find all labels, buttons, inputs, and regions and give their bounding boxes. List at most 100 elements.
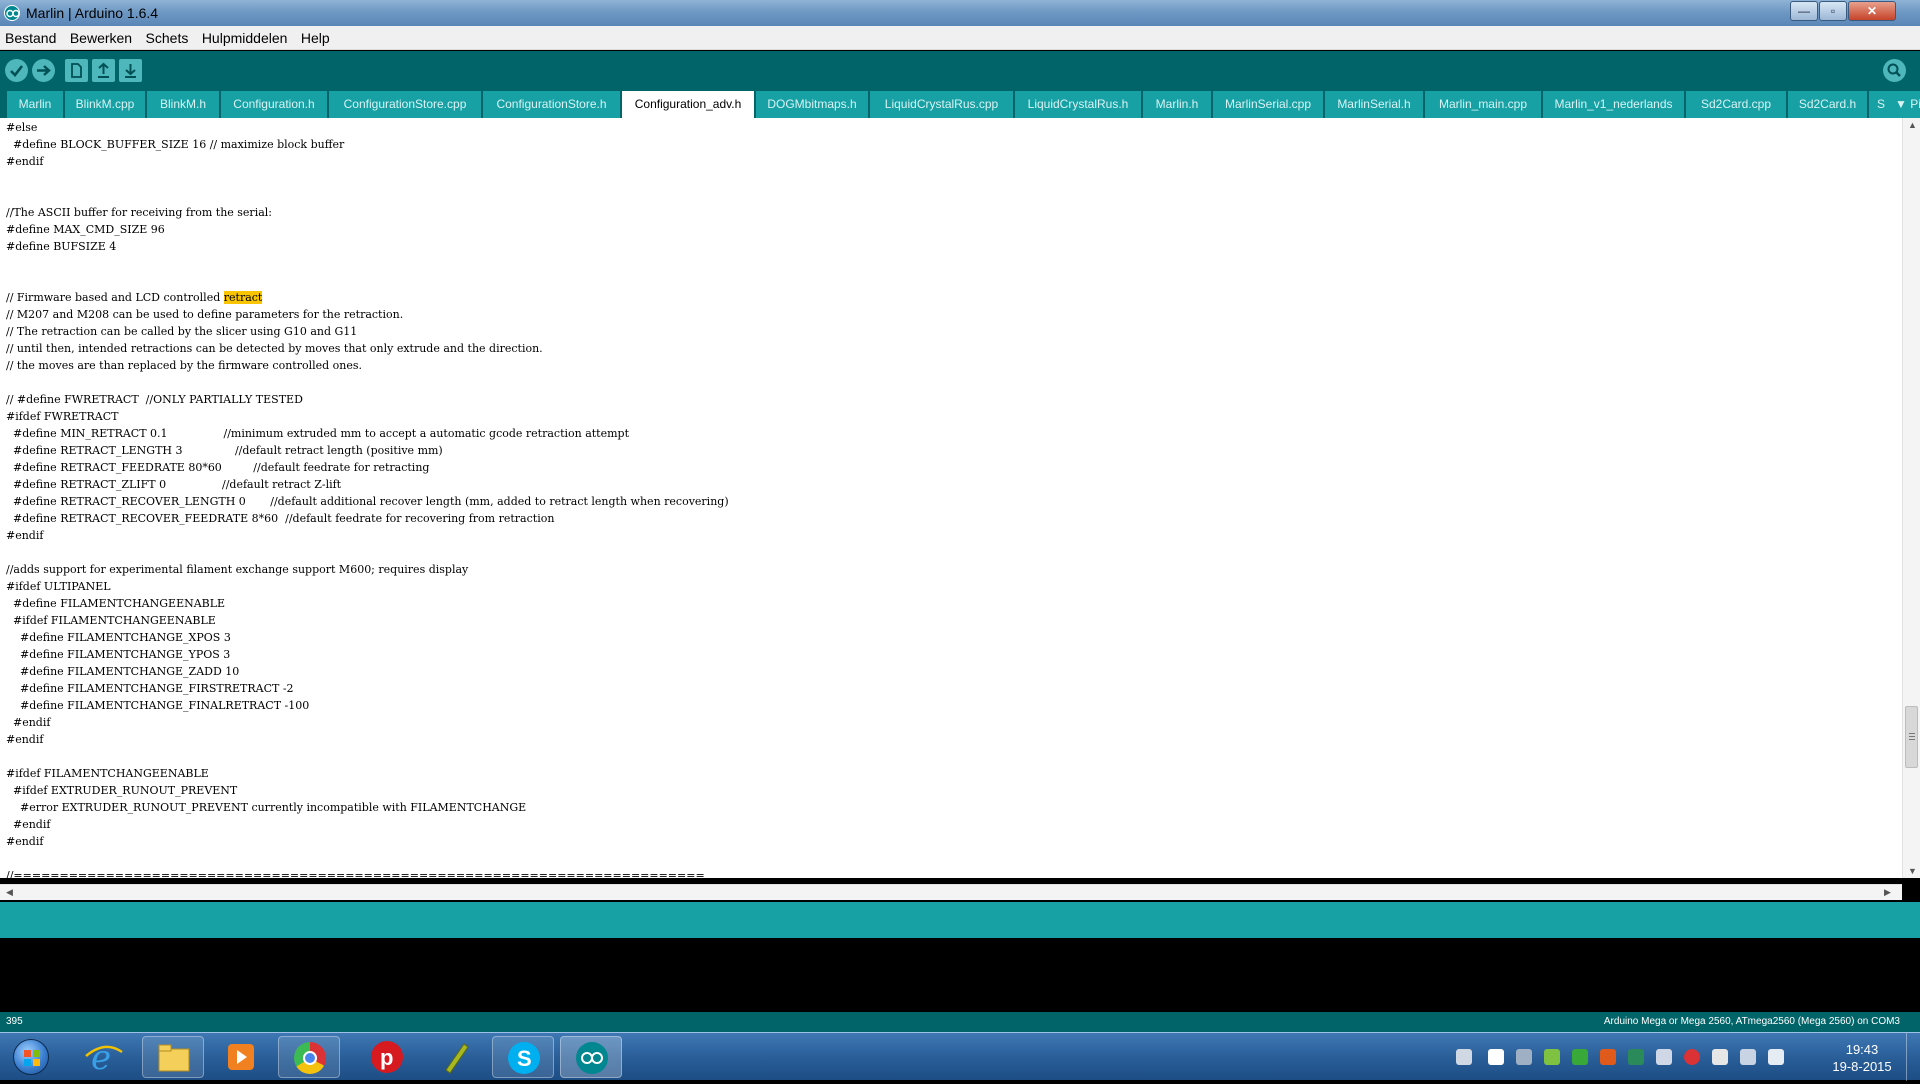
horizontal-scrollbar[interactable]: ◀ ▶ [0, 884, 1902, 900]
tab-marlin[interactable]: Marlin [7, 91, 63, 118]
sync-icon[interactable] [1628, 1049, 1644, 1065]
vertical-scrollbar[interactable]: ▲ ▼ [1902, 118, 1920, 878]
code-line[interactable]: //======================================… [6, 867, 729, 884]
tab-marlin-main-cpp[interactable]: Marlin_main.cpp [1425, 91, 1541, 118]
tab-blinkm-cpp[interactable]: BlinkM.cpp [65, 91, 145, 118]
code-line[interactable]: #define RETRACT_ZLIFT 0 //default retrac… [6, 476, 729, 493]
tab-dogmbitmaps-h[interactable]: DOGMbitmaps.h [756, 91, 868, 118]
tab-marlin-v1-nederlands[interactable]: Marlin_v1_nederlands [1543, 91, 1684, 118]
code-line[interactable] [6, 850, 729, 867]
code-line[interactable]: #ifdef FILAMENTCHANGEENABLE [6, 612, 729, 629]
network-icon[interactable] [1740, 1049, 1756, 1065]
code-line[interactable] [6, 748, 729, 765]
scroll-up-arrow-icon[interactable]: ▲ [1908, 120, 1917, 130]
code-line[interactable]: #define MAX_CMD_SIZE 96 [6, 221, 729, 238]
code-line[interactable]: #define BUFSIZE 4 [6, 238, 729, 255]
volume-icon[interactable] [1768, 1049, 1784, 1065]
code-line[interactable]: #ifdef EXTRUDER_RUNOUT_PREVENT [6, 782, 729, 799]
maximize-button[interactable]: ▫ [1819, 1, 1847, 21]
pencil-app-icon[interactable] [424, 1036, 486, 1078]
code-line[interactable] [6, 255, 729, 272]
scroll-left-arrow-icon[interactable]: ◀ [6, 887, 13, 898]
menu-hulpmiddelen[interactable]: Hulpmiddelen [197, 26, 292, 46]
code-line[interactable]: #else [6, 119, 729, 136]
close-button[interactable]: ✕ [1848, 1, 1896, 21]
security-icon[interactable] [1572, 1049, 1588, 1065]
tab-marlin-h[interactable]: Marlin.h [1143, 91, 1211, 118]
tab-marlinserial-h[interactable]: MarlinSerial.h [1325, 91, 1423, 118]
code-line[interactable]: #define FILAMENTCHANGE_FINALRETRACT -100 [6, 697, 729, 714]
code-line[interactable]: #define FILAMENTCHANGE_FIRSTRETRACT -2 [6, 680, 729, 697]
code-line[interactable]: #define FILAMENTCHANGE_ZADD 10 [6, 663, 729, 680]
code-line[interactable]: #define MIN_RETRACT 0.1 //minimum extrud… [6, 425, 729, 442]
scroll-down-arrow-icon[interactable]: ▼ [1908, 866, 1917, 876]
code-line[interactable] [6, 272, 729, 289]
code-line[interactable]: #define RETRACT_FEEDRATE 80*60 //default… [6, 459, 729, 476]
code-line[interactable]: #endif [6, 714, 729, 731]
code-line[interactable]: #define FILAMENTCHANGE_XPOS 3 [6, 629, 729, 646]
tab-marlinserial-cpp[interactable]: MarlinSerial.cpp [1213, 91, 1323, 118]
code-line[interactable]: // #define FWRETRACT //ONLY PARTIALLY TE… [6, 391, 729, 408]
scroll-right-arrow-icon[interactable]: ▶ [1884, 887, 1891, 898]
media-player-icon[interactable] [210, 1036, 272, 1078]
file-explorer-icon[interactable] [142, 1036, 204, 1078]
code-line[interactable]: //adds support for experimental filament… [6, 561, 729, 578]
tab-blinkm-h[interactable]: BlinkM.h [147, 91, 219, 118]
p-app-icon[interactable]: p [356, 1036, 418, 1078]
tab-menu-button[interactable]: ▼ Pi [1893, 91, 1920, 118]
arduino-icon[interactable] [560, 1036, 622, 1078]
save-icon[interactable] [119, 59, 142, 82]
code-line[interactable]: #define RETRACT_RECOVER_LENGTH 0 //defau… [6, 493, 729, 510]
code-line[interactable] [6, 170, 729, 187]
code-line[interactable]: // the moves are than replaced by the fi… [6, 357, 729, 374]
code-line[interactable] [6, 544, 729, 561]
taskbar-clock[interactable]: 19:43 19-8-2015 [1822, 1041, 1902, 1075]
tab-sd2card-h[interactable]: Sd2Card.h [1788, 91, 1867, 118]
tab-liquidcrystalrus-cpp[interactable]: LiquidCrystalRus.cpp [870, 91, 1013, 118]
tab-configurationstore-cpp[interactable]: ConfigurationStore.cpp [329, 91, 481, 118]
code-line[interactable]: #endif [6, 731, 729, 748]
tab-configuration-h[interactable]: Configuration.h [221, 91, 327, 118]
code-editor[interactable]: #else #define BLOCK_BUFFER_SIZE 16 // ma… [0, 118, 1920, 900]
new-icon[interactable] [65, 59, 88, 82]
menu-bewerken[interactable]: Bewerken [65, 26, 136, 46]
code-line[interactable]: #define RETRACT_RECOVER_FEEDRATE 8*60 //… [6, 510, 729, 527]
chrome-tray-icon[interactable] [1684, 1049, 1700, 1065]
code-line[interactable]: // Firmware based and LCD controlled ret… [6, 289, 729, 306]
console-output[interactable] [0, 938, 1920, 1012]
minimize-button[interactable]: — [1790, 1, 1818, 21]
code-line[interactable]: #endif [6, 527, 729, 544]
windows-icon[interactable] [1488, 1049, 1504, 1065]
code-line[interactable]: // M207 and M208 can be used to define p… [6, 306, 729, 323]
menu-bestand[interactable]: Bestand [0, 26, 60, 46]
code-line[interactable]: #define FILAMENTCHANGE_YPOS 3 [6, 646, 729, 663]
code-text[interactable]: #else #define BLOCK_BUFFER_SIZE 16 // ma… [6, 119, 729, 884]
code-line[interactable]: //The ASCII buffer for receiving from th… [6, 204, 729, 221]
start-button[interactable] [4, 1035, 58, 1079]
code-line[interactable]: // The retraction can be called by the s… [6, 323, 729, 340]
notification-icon[interactable] [1516, 1049, 1532, 1065]
code-line[interactable]: #endif [6, 816, 729, 833]
keyboard-icon[interactable] [1456, 1049, 1472, 1065]
tab-sd2card-cpp[interactable]: Sd2Card.cpp [1686, 91, 1786, 118]
chrome-icon[interactable] [278, 1036, 340, 1078]
bluetooth-icon[interactable] [1656, 1049, 1672, 1065]
verify-icon[interactable] [5, 59, 28, 82]
network-app-icon[interactable] [1544, 1049, 1560, 1065]
code-line[interactable]: #endif [6, 833, 729, 850]
code-line[interactable] [6, 374, 729, 391]
code-line[interactable]: #ifdef ULTIPANEL [6, 578, 729, 595]
scrollbar-thumb[interactable] [1905, 706, 1918, 768]
show-desktop-button[interactable] [1906, 1033, 1920, 1081]
code-line[interactable]: #error EXTRUDER_RUNOUT_PREVENT currently… [6, 799, 729, 816]
tab-s-truncated[interactable]: S [1869, 91, 1893, 118]
tab-configurationstore-h[interactable]: ConfigurationStore.h [483, 91, 620, 118]
menu-schets[interactable]: Schets [141, 26, 193, 46]
open-icon[interactable] [92, 59, 115, 82]
code-line[interactable] [6, 187, 729, 204]
code-line[interactable]: // until then, intended retractions can … [6, 340, 729, 357]
tab-liquidcrystalrus-h[interactable]: LiquidCrystalRus.h [1015, 91, 1141, 118]
code-line[interactable]: #endif [6, 153, 729, 170]
serial-monitor-icon[interactable] [1883, 59, 1906, 82]
upload-icon[interactable] [32, 59, 55, 82]
